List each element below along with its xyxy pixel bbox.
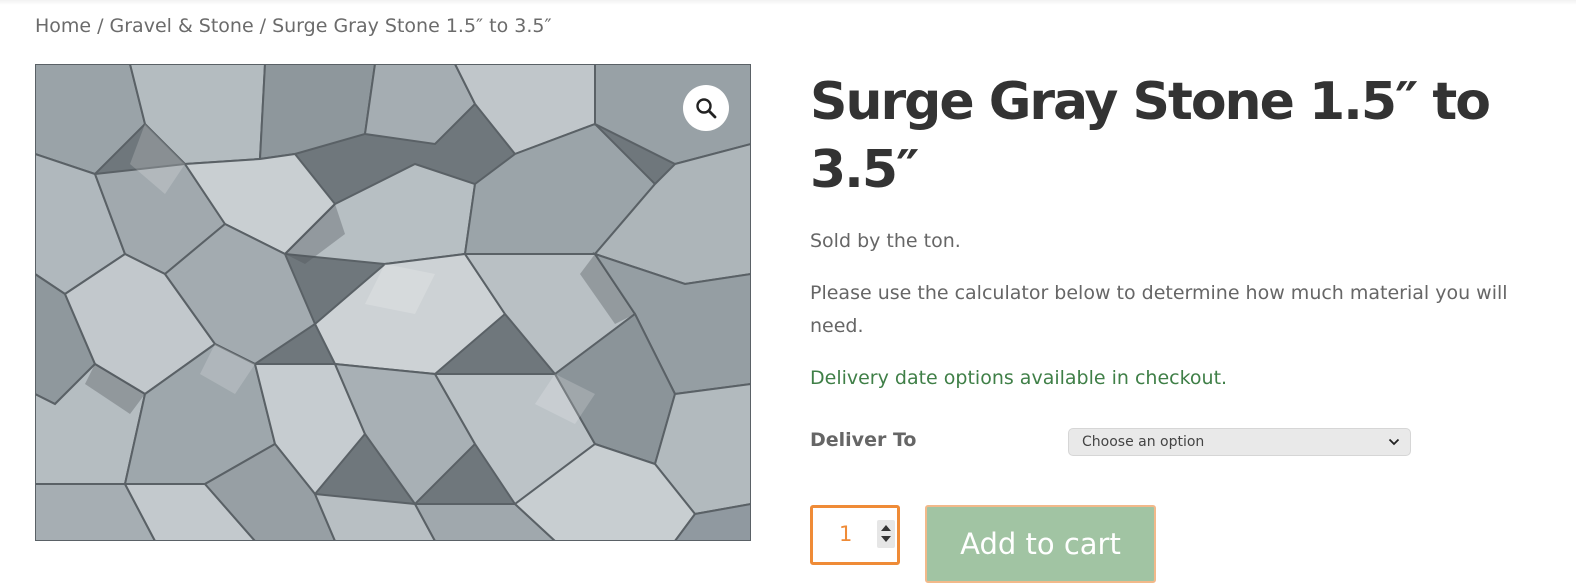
deliver-to-row: Deliver To Choose an option xyxy=(810,427,1420,457)
product-summary: Surge Gray Stone 1.5″ to 3.5″ Sold by th… xyxy=(810,64,1540,583)
header-divider xyxy=(0,0,1576,5)
product-title: Surge Gray Stone 1.5″ to 3.5″ xyxy=(810,72,1491,200)
breadcrumb-category-link[interactable]: Gravel & Stone xyxy=(110,15,254,37)
product-image[interactable] xyxy=(35,64,751,541)
deliver-to-label: Deliver To xyxy=(810,429,917,451)
breadcrumb-home-link[interactable]: Home xyxy=(35,15,91,37)
magnifier-icon xyxy=(696,98,717,119)
product-short-description: Sold by the ton. xyxy=(810,230,961,252)
quantity-stepper[interactable]: 1 xyxy=(810,505,900,565)
stone-pile-image xyxy=(35,64,751,541)
breadcrumb-separator: / xyxy=(259,15,267,37)
increment-arrow-icon[interactable] xyxy=(881,525,891,531)
zoom-button[interactable] xyxy=(683,85,729,131)
deliver-to-select[interactable]: Choose an option xyxy=(1068,428,1411,456)
deliver-to-select-value: Choose an option xyxy=(1082,434,1205,450)
decrement-arrow-icon[interactable] xyxy=(881,536,891,542)
delivery-note: Delivery date options available in check… xyxy=(810,367,1228,389)
breadcrumb-separator: / xyxy=(97,15,104,37)
add-to-cart-button[interactable]: Add to cart xyxy=(925,505,1156,583)
breadcrumb-current: Surge Gray Stone 1.5″ to 3.5″ xyxy=(272,15,552,37)
chevron-down-icon xyxy=(1388,438,1400,446)
breadcrumb: Home / Gravel & Stone / Surge Gray Stone… xyxy=(35,15,552,37)
quantity-spinner[interactable] xyxy=(877,520,895,548)
quantity-value[interactable]: 1 xyxy=(839,522,852,546)
calculator-note: Please use the calculator below to deter… xyxy=(810,282,1508,337)
